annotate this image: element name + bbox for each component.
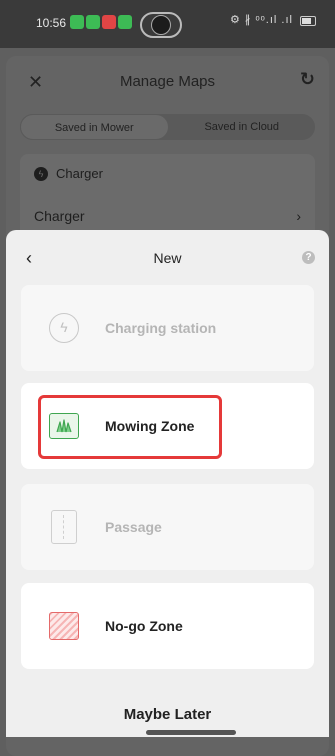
- bolt-icon: ϟ: [34, 166, 48, 181]
- option-label: Passage: [105, 519, 162, 535]
- avatar: [151, 15, 171, 35]
- status-bar: 10:56 ⚙ ∦ ᵒᵒ.ıl .ıl: [0, 0, 335, 48]
- charger-section-label: Charger: [56, 166, 103, 181]
- charger-section-header: ϟ Charger: [34, 166, 103, 181]
- clock: 10:56: [36, 16, 67, 30]
- chevron-right-icon: ›: [296, 208, 301, 224]
- option-label: Charging station: [105, 320, 217, 336]
- storage-tabs: Saved in Mower Saved in Cloud: [20, 114, 315, 140]
- help-icon[interactable]: ?: [302, 251, 315, 264]
- notification-icon: [118, 15, 132, 29]
- battery-icon: [300, 16, 316, 26]
- highlight-annotation: [38, 395, 222, 459]
- option-no-go-zone[interactable]: No-go Zone: [21, 583, 314, 669]
- refresh-icon[interactable]: ↻: [300, 69, 315, 90]
- signal-indicators: ⚙ ∦ ᵒᵒ.ıl .ıl: [230, 14, 293, 26]
- notification-icon: [102, 15, 116, 29]
- manage-maps-header: ✕ Manage Maps ↻: [6, 56, 329, 108]
- charging-station-icon: ϟ: [47, 311, 81, 345]
- sheet-title: New: [153, 250, 182, 266]
- tab-saved-in-cloud[interactable]: Saved in Cloud: [169, 114, 316, 140]
- tab-saved-in-mower[interactable]: Saved in Mower: [20, 114, 169, 140]
- new-sheet: ‹ New ? ϟ Charging station Mowing Zone P…: [6, 230, 329, 737]
- dynamic-island: [140, 12, 182, 38]
- maybe-later-button[interactable]: Maybe Later: [6, 706, 329, 723]
- passage-icon: [47, 510, 81, 544]
- option-label: No-go Zone: [105, 618, 183, 634]
- page-title: Manage Maps: [119, 73, 216, 90]
- home-indicator: [146, 730, 236, 735]
- no-go-icon: [47, 609, 81, 643]
- notification-icon: [86, 15, 100, 29]
- charger-row-label[interactable]: Charger: [34, 208, 85, 224]
- option-passage[interactable]: Passage: [21, 484, 314, 570]
- option-charging-station[interactable]: ϟ Charging station: [21, 285, 314, 371]
- notification-icon: [70, 15, 84, 29]
